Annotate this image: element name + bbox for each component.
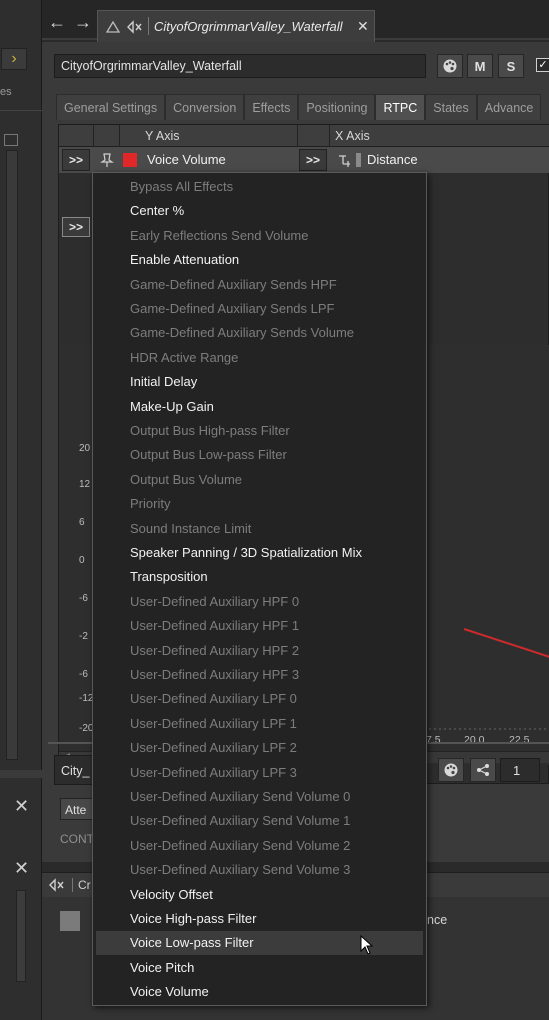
tab-rtpc[interactable]: RTPC (375, 94, 426, 120)
menu-item[interactable]: Output Bus Low-pass Filter (96, 443, 423, 467)
close-icon[interactable]: ✕ (14, 796, 29, 817)
rtpc-curve[interactable] (463, 628, 549, 658)
menu-item[interactable]: User-Defined Auxiliary HPF 0 (96, 590, 423, 614)
menu-item[interactable]: Voice High-pass Filter (96, 907, 423, 931)
menu-item[interactable]: User-Defined Auxiliary Send Volume 1 (96, 809, 423, 833)
solo-button[interactable]: S (498, 54, 524, 78)
x-color-swatch (356, 153, 361, 167)
tab-close-icon[interactable]: ✕ (357, 18, 369, 35)
divider (93, 125, 94, 147)
menu-item[interactable]: Output Bus Volume (96, 468, 423, 492)
recycle-icon (105, 20, 121, 33)
checkbox[interactable]: ✓ (536, 58, 549, 72)
tab-title: CityofOrgrimmarValley_Waterfall (154, 19, 343, 34)
menu-item[interactable]: Voice Volume (96, 980, 423, 1004)
menu-item[interactable]: Output Bus High-pass Filter (96, 419, 423, 443)
tab-general-settings[interactable]: General Settings (56, 94, 166, 120)
left-hscrollbar[interactable] (0, 770, 42, 778)
menu-item[interactable]: Bypass All Effects (96, 175, 423, 199)
menu-item[interactable]: User-Defined Auxiliary HPF 1 (96, 614, 423, 638)
menu-item[interactable]: HDR Active Range (96, 346, 423, 370)
tab-advanced[interactable]: Advance (476, 94, 542, 120)
tab-attenuation[interactable]: Atte (60, 798, 94, 820)
x-tick: 7.5 (426, 734, 441, 746)
rtpc-row[interactable]: >> Voice Volume >> Distance (59, 147, 549, 173)
menu-item[interactable]: Sound Instance Limit (96, 517, 423, 541)
property-tabs: General Settings Conversion Effects Posi… (56, 94, 542, 120)
list-icon[interactable] (4, 134, 18, 146)
menu-item[interactable]: Make-Up Gain (96, 395, 423, 419)
mouse-cursor-icon (360, 935, 374, 955)
divider (297, 125, 298, 147)
add-rtpc-button[interactable]: >> (62, 217, 90, 237)
x-axis-header: X Axis (335, 129, 370, 143)
tab-effects[interactable]: Effects (244, 94, 299, 120)
tab-document[interactable]: CityofOrgrimmarValley_Waterfall ✕ (97, 10, 375, 42)
distance-label-fragment: nce (427, 913, 448, 927)
menu-item[interactable]: User-Defined Auxiliary LPF 2 (96, 736, 423, 760)
y-parameter-name: Voice Volume (147, 152, 226, 167)
tab-conversion[interactable]: Conversion (165, 94, 245, 120)
menu-item[interactable]: Velocity Offset (96, 883, 423, 907)
chevron-right-icon[interactable]: › (1, 48, 27, 70)
menu-item[interactable]: Voice Pitch (96, 956, 423, 980)
left-scrollbar[interactable] (6, 150, 18, 760)
menu-item[interactable]: User-Defined Auxiliary LPF 3 (96, 761, 423, 785)
x-tick: 20.0 (464, 734, 485, 746)
y-axis-header: Y Axis (145, 129, 180, 143)
divider (148, 17, 149, 35)
sound-object-icon (49, 878, 64, 892)
x-tick: 22.5 (509, 734, 530, 746)
menu-item[interactable]: User-Defined Auxiliary Send Volume 3 (96, 858, 423, 882)
menu-item[interactable]: User-Defined Auxiliary HPF 2 (96, 639, 423, 663)
back-arrow-icon[interactable]: ← (48, 12, 66, 33)
menu-item[interactable]: User-Defined Auxiliary LPF 1 (96, 712, 423, 736)
left-panel-label: es (0, 86, 12, 98)
x-parameter-name: Distance (367, 152, 418, 167)
menu-item[interactable]: Initial Delay (96, 370, 423, 394)
menu-item[interactable]: User-Defined Auxiliary LPF 0 (96, 687, 423, 711)
expand-button[interactable]: >> (62, 149, 90, 171)
object-name-field-2[interactable]: City_ (54, 755, 94, 785)
contents-label: CONT (60, 832, 94, 846)
menu-item[interactable]: Early Reflections Send Volume (96, 224, 423, 248)
menu-item[interactable]: Game-Defined Auxiliary Sends Volume (96, 321, 423, 345)
color-swatch[interactable] (60, 911, 80, 931)
tab-positioning[interactable]: Positioning (298, 94, 376, 120)
color-swatch (123, 153, 137, 167)
menu-item[interactable]: Game-Defined Auxiliary Sends LPF (96, 297, 423, 321)
sound-object-icon (127, 20, 142, 34)
menu-item[interactable]: Transposition (96, 565, 423, 589)
divider (119, 125, 120, 147)
parameter-dropdown-menu: Bypass All Effects Center % Early Reflecti… (92, 172, 427, 1006)
palette-icon[interactable] (438, 758, 464, 782)
left-side-panel: › es ✕ ✕ (0, 0, 42, 1020)
menu-item[interactable]: User-Defined Auxiliary Send Volume 2 (96, 834, 423, 858)
menu-item[interactable]: Enable Attenuation (96, 248, 423, 272)
x-axis-select-button[interactable]: >> (299, 149, 327, 171)
menu-item[interactable]: Speaker Panning / 3D Spatialization Mix (96, 541, 423, 565)
divider (0, 110, 42, 111)
game-parameter-icon (339, 155, 350, 167)
menu-item[interactable]: Priority (96, 492, 423, 516)
mute-button[interactable]: M (467, 54, 493, 78)
menu-item[interactable]: Center % (96, 199, 423, 223)
left-scrollbar-2[interactable] (16, 890, 26, 982)
menu-item[interactable]: User-Defined Auxiliary Send Volume 0 (96, 785, 423, 809)
tab-states[interactable]: States (425, 94, 477, 120)
forward-arrow-icon[interactable]: → (74, 12, 92, 33)
pin-icon[interactable] (99, 152, 115, 168)
close-icon[interactable]: ✕ (14, 858, 29, 879)
rtpc-column-header: Y Axis X Axis (59, 125, 549, 147)
menu-item[interactable]: Game-Defined Auxiliary Sends HPF (96, 273, 423, 297)
palette-icon[interactable] (437, 54, 463, 78)
panel-title: Cr (78, 878, 91, 892)
divider (72, 878, 73, 892)
divider (329, 125, 330, 147)
menu-item[interactable]: User-Defined Auxiliary HPF 3 (96, 663, 423, 687)
numeric-field[interactable]: 1 (500, 758, 540, 782)
share-icon[interactable] (470, 758, 496, 782)
object-name-field[interactable]: CityofOrgrimmarValley_Waterfall (54, 54, 426, 78)
